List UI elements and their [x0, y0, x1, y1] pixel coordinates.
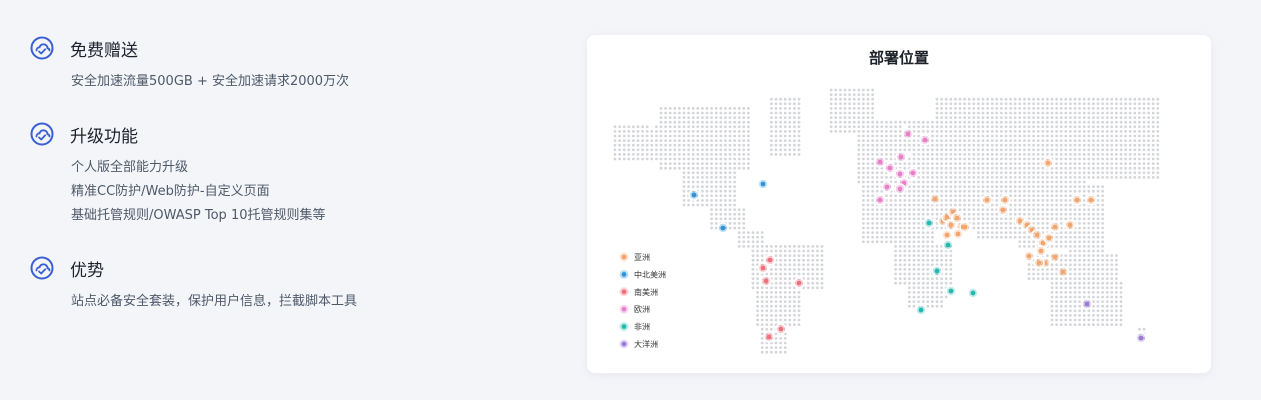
deployment-marker-core	[962, 224, 968, 230]
deployment-marker-core	[1060, 269, 1066, 275]
deployment-marker-core	[1017, 218, 1023, 224]
legend-swatch-core	[621, 324, 627, 329]
legend-label: 非洲	[634, 322, 650, 332]
deployment-marker-core	[1046, 235, 1052, 241]
deployment-marker-core	[897, 171, 903, 177]
cloud-shield-icon	[30, 256, 54, 280]
deployment-marker-core	[877, 197, 883, 203]
deployment-marker-core	[954, 215, 960, 221]
deployment-marker-core	[884, 184, 890, 190]
deployment-marker-core	[1138, 335, 1144, 341]
deployment-marker-core	[877, 159, 883, 165]
feature-line: 站点必备安全套装，保护用户信息，拦截脚本工具	[71, 294, 358, 309]
deployment-marker-core	[945, 242, 951, 248]
deployment-marker-core	[778, 326, 784, 332]
deployment-marker-core	[897, 186, 903, 192]
deployment-marker-core	[1038, 248, 1044, 254]
deployment-marker-core	[760, 181, 766, 187]
deployment-marker-core	[1084, 301, 1090, 307]
deployment-marker-core	[955, 231, 961, 237]
deployment-marker-core	[922, 137, 928, 143]
deployment-marker-core	[766, 334, 772, 340]
deployment-map-card: 部署位置 亚洲 中北美洲 南美洲 欧洲 非洲 大洋洲	[587, 35, 1211, 373]
feature-title: 免费赠送	[70, 40, 138, 61]
deployment-marker-core	[1067, 222, 1073, 228]
deployment-marker-core	[1052, 224, 1058, 230]
deployment-marker-core	[944, 232, 950, 238]
legend-item: 非洲	[618, 321, 650, 333]
feature-advantage: 优势 站点必备安全套装，保护用户信息，拦截脚本工具	[30, 254, 550, 334]
deployment-marker-core	[910, 170, 916, 176]
legend-item: 亚洲	[618, 251, 650, 263]
deployment-marker-core	[1045, 160, 1051, 166]
feature-line: 安全加速流量500GB + 安全加速请求2000万次	[71, 74, 350, 89]
deployment-marker-core	[796, 280, 802, 286]
legend-label: 中北美洲	[634, 269, 666, 279]
deployment-marker-core	[1074, 197, 1080, 203]
legend-item: 南美洲	[618, 286, 658, 298]
legend-item: 中北美洲	[618, 268, 666, 280]
deployment-marker-core	[763, 278, 769, 284]
deployment-marker-core	[948, 288, 954, 294]
deployment-marker-core	[1034, 232, 1040, 238]
deployment-marker-core	[984, 197, 990, 203]
deployment-marker-core	[1000, 207, 1006, 213]
feature-line: 基础托管规则/OWASP Top 10托管规则集等	[71, 208, 326, 223]
deployment-marker-core	[767, 257, 773, 263]
feature-line: 个人版全部能力升级	[71, 160, 189, 175]
feature-list: 免费赠送 安全加速流量500GB + 安全加速请求2000万次 升级功能 个人版…	[30, 34, 550, 334]
feature-upgrade: 升级功能 个人版全部能力升级 精准CC防护/Web防护-自定义页面 基础托管规则…	[30, 120, 550, 254]
legend-swatch-core	[621, 272, 627, 277]
legend-swatch-core	[621, 306, 627, 312]
feature-title: 升级功能	[70, 126, 138, 147]
cloud-shield-icon	[30, 122, 54, 146]
deployment-marker-core	[691, 192, 697, 198]
deployment-marker-core	[1052, 254, 1058, 260]
deployment-marker-core	[932, 196, 938, 202]
deployment-marker-core	[905, 131, 911, 137]
deployment-marker-core	[1002, 197, 1008, 203]
legend-label: 南美洲	[634, 287, 658, 297]
legend-label: 大洋洲	[634, 339, 658, 349]
deployment-marker-core	[926, 220, 932, 226]
deployment-marker-core	[887, 165, 893, 171]
legend-swatch-core	[621, 254, 627, 260]
legend-item: 大洋洲	[618, 338, 658, 350]
deployment-marker-core	[720, 225, 726, 231]
legend-label: 欧洲	[634, 304, 650, 314]
deployment-marker-core	[1036, 260, 1042, 266]
deployment-marker-core	[1088, 197, 1094, 203]
deployment-marker-core	[1026, 253, 1032, 259]
cloud-shield-icon	[30, 36, 54, 60]
legend-label: 亚洲	[634, 253, 650, 262]
deployment-marker-core	[898, 154, 904, 160]
legend-swatch-core	[621, 341, 627, 347]
deployment-marker-core	[970, 290, 976, 296]
legend-item: 欧洲	[618, 303, 650, 315]
map-legend: 亚洲中北美洲南美洲欧洲非洲大洋洲	[618, 251, 666, 350]
deployment-marker-core	[918, 307, 924, 313]
feature-line: 精准CC防护/Web防护-自定义页面	[71, 184, 270, 199]
deployment-marker-core	[760, 265, 766, 271]
deployment-marker-core	[948, 222, 954, 228]
legend-swatch-core	[621, 289, 627, 295]
map-landmass	[613, 88, 1160, 354]
feature-title: 优势	[70, 260, 104, 281]
deployment-marker-core	[934, 268, 940, 274]
world-map: 亚洲中北美洲南美洲欧洲非洲大洋洲	[613, 88, 1160, 354]
feature-free-gift: 免费赠送 安全加速流量500GB + 安全加速请求2000万次	[30, 34, 550, 120]
